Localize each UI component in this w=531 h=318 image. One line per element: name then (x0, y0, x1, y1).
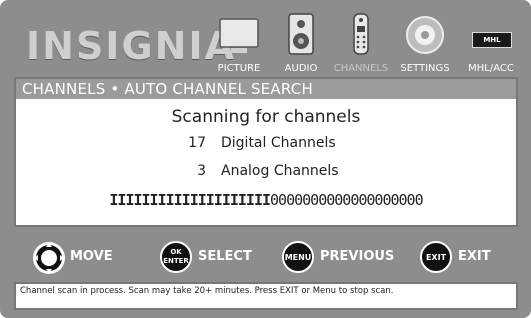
menu-label-audio: AUDIO (284, 63, 318, 74)
move-button[interactable]: MOVE (32, 241, 132, 275)
gear-icon (406, 16, 444, 54)
menu-item-channels[interactable]: CHANNELS (333, 10, 389, 74)
menu-label-mhl-acc: MHL/ACC (468, 63, 514, 74)
analog-count: 3 (197, 163, 206, 179)
analog-label: Analog Channels (221, 163, 339, 179)
previous-button[interactable]: MENU PREVIOUS (282, 241, 402, 275)
scan-progress-bar: IIIIIIIIIIIIIIIIIIII0000000000000000000 (16, 191, 516, 209)
help-text: Channel scan in process. Scan may take 2… (20, 286, 394, 296)
exit-button[interactable]: EXIT EXIT (420, 241, 500, 275)
menu-item-picture[interactable]: PICTURE (215, 10, 263, 74)
select-label: SELECT (198, 249, 252, 264)
digital-count: 17 (188, 135, 206, 151)
exit-key-icon: EXIT (420, 241, 452, 273)
menu-key-text: MENU (284, 252, 312, 262)
menu-item-audio[interactable]: AUDIO (278, 10, 324, 74)
mhl-badge-text: MHL (483, 36, 501, 44)
menu-label-settings: SETTINGS (400, 63, 450, 74)
tv-menu-screen: INSIGNIA PICTURE AUDIO CHANNELS SETTINGS… (0, 0, 531, 318)
mhl-icon: MHL (472, 32, 512, 48)
digital-label: Digital Channels (221, 135, 336, 151)
progress-filled: IIIIIIIIIIIIIIIIIIII (109, 191, 271, 209)
remote-icon (353, 13, 369, 55)
exit-key-text: EXIT (425, 252, 447, 262)
panel-title: CHANNELS • AUTO CHANNEL SEARCH (16, 79, 516, 99)
speaker-icon (288, 13, 314, 55)
menu-item-settings[interactable]: SETTINGS (396, 10, 454, 74)
progress-empty: 0000000000000000000 (270, 191, 424, 209)
ok-enter-key-icon: OK ENTER (160, 241, 192, 273)
previous-label: PREVIOUS (320, 249, 395, 264)
move-label: MOVE (70, 249, 113, 264)
ok-enter-key-text: OK ENTER (163, 248, 189, 265)
menu-item-mhl-acc[interactable]: MHL MHL/ACC (462, 10, 520, 74)
help-text-box: Channel scan in process. Scan may take 2… (14, 282, 518, 310)
auto-channel-search-panel: CHANNELS • AUTO CHANNEL SEARCH Scanning … (14, 77, 518, 227)
dpad-icon (33, 242, 65, 274)
select-button[interactable]: OK ENTER SELECT (160, 241, 270, 275)
insignia-logo: INSIGNIA (26, 24, 236, 68)
scan-status-heading: Scanning for channels (171, 107, 361, 127)
menu-label-channels: CHANNELS (333, 63, 389, 74)
tv-icon (219, 18, 259, 53)
exit-label: EXIT (458, 249, 491, 264)
menu-key-icon: MENU (282, 241, 314, 273)
menu-label-picture: PICTURE (217, 63, 261, 74)
